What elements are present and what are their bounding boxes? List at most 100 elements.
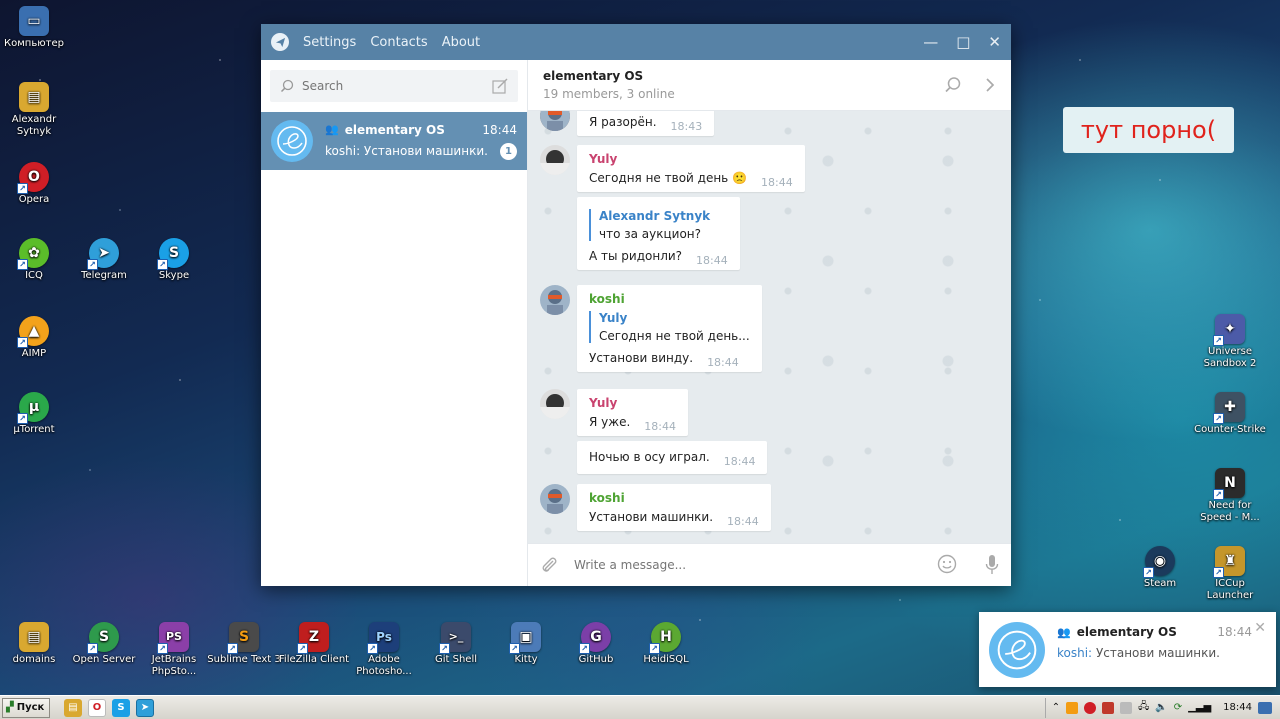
message-text: Ночью в осу играл. <box>589 450 710 464</box>
emoji-icon[interactable] <box>937 554 957 574</box>
show-desktop-button[interactable] <box>1258 701 1272 714</box>
compose-icon[interactable] <box>492 78 508 94</box>
reply-quote[interactable]: Alexandr Sytnyk что за аукцион? <box>589 209 728 241</box>
tray-opera-icon[interactable] <box>1084 701 1097 714</box>
dialog-item-elementary-os[interactable]: 👥 elementary OS 18:44 koshi: Установи ма… <box>261 112 527 170</box>
iccup-icon: ♜ ↗ <box>1213 546 1245 578</box>
desktop-icon-sublime[interactable]: S ↗ Sublime Text 3 <box>206 622 282 666</box>
tray-app-icon[interactable] <box>1066 701 1079 714</box>
chevron-right-icon[interactable] <box>984 76 996 94</box>
avatar[interactable] <box>540 389 570 419</box>
heidisql-icon: H ↗ <box>649 622 681 654</box>
desktop-icon-heidisql[interactable]: H ↗ HeidiSQL <box>628 622 704 666</box>
menu-about[interactable]: About <box>442 35 480 50</box>
search-box <box>270 70 518 102</box>
desktop-icon-iccup-launcher[interactable]: ♜ ↗ ICCup Launcher <box>1192 546 1268 602</box>
desktop-note: тут порно( <box>1063 107 1234 153</box>
desktop-icon-computer[interactable]: ▭ Компьютер <box>0 6 72 50</box>
avatar[interactable] <box>540 145 570 175</box>
desktop-icon-telegram[interactable]: ➤ ↗ Telegram <box>66 238 142 282</box>
desktop-icon-kitty[interactable]: ▣ ↗ Kitty <box>488 622 564 666</box>
avatar[interactable] <box>540 285 570 315</box>
desktop-icon-counter-strike[interactable]: ✚ ↗ Counter-Strike <box>1192 392 1268 436</box>
desktop-icon-aimp[interactable]: ▲ ↗ AIMP <box>0 316 72 360</box>
tray-sync-icon[interactable]: ⟳ <box>1174 702 1182 713</box>
reply-quote[interactable]: Yuly Сегодня не твой день... <box>589 311 750 343</box>
dialog-name: elementary OS <box>344 122 445 137</box>
start-button[interactable]: ▞ Пуск <box>2 697 50 718</box>
desktop-icon-steam[interactable]: ◉ ↗ Steam <box>1122 546 1198 590</box>
dialog-preview-author: koshi <box>325 144 357 158</box>
message-text: Установи машинки. <box>589 510 714 524</box>
message-author[interactable]: koshi <box>589 491 759 505</box>
desktop-icon-need-for-speed[interactable]: N ↗ Need for Speed - M... <box>1192 468 1268 524</box>
message-notification[interactable]: 👥 elementary OS 18:44 koshi: Установи ма… <box>979 612 1276 687</box>
menu-contacts[interactable]: Contacts <box>370 35 427 50</box>
search-input[interactable] <box>302 79 482 93</box>
menu-settings[interactable]: Settings <box>303 35 356 50</box>
message-bubble[interactable]: Ночью в осу играл. 18:44 <box>577 441 768 474</box>
tray-signal-icon[interactable]: ▁▃▅ <box>1188 702 1211 713</box>
tray-volume-icon[interactable]: 🔈 <box>1155 702 1167 713</box>
tray-network-icon[interactable]: 🖧 <box>1138 699 1149 716</box>
avatar[interactable] <box>540 484 570 514</box>
telegram-taskbar-button[interactable]: ➤ <box>136 698 154 717</box>
explorer-quicklaunch-icon[interactable]: ▤ <box>64 698 82 717</box>
clock[interactable]: 18:44 <box>1223 702 1252 713</box>
desktop-icon-open-server[interactable]: S ↗ Open Server <box>66 622 142 666</box>
message-time: 18:44 <box>696 254 728 267</box>
message-bubble[interactable]: Я разорён. 18:43 <box>577 111 715 136</box>
chat-search-icon[interactable] <box>944 76 962 94</box>
desktop-icon-github[interactable]: G ↗ GitHub <box>558 622 634 666</box>
message-bubble[interactable]: koshi Yuly Сегодня не твой день... Устан… <box>577 285 762 372</box>
desktop-icon-git-shell[interactable]: >_ ↗ Git Shell <box>418 622 494 666</box>
message-bubble[interactable]: Alexandr Sytnyk что за аукцион? А ты рид… <box>577 197 740 270</box>
reply-text: Сегодня не твой день... <box>599 329 750 343</box>
group-icon: 👥 <box>325 123 339 136</box>
message-author[interactable]: Yuly <box>589 152 793 166</box>
photoshop-icon: Ps ↗ <box>367 622 399 654</box>
opera-quicklaunch-icon[interactable]: O <box>88 698 106 717</box>
desktop-icon-photoshop[interactable]: Ps ↗ Adobe Photosho... <box>346 622 422 678</box>
desktop-icon-skype[interactable]: S ↗ Skype <box>136 238 212 282</box>
telegram-logo-icon <box>271 33 289 51</box>
tray-expand-icon[interactable]: ⌃ <box>1052 702 1060 713</box>
microphone-icon[interactable] <box>985 554 999 576</box>
desktop-icon-filezilla[interactable]: Z ↗ FileZilla Client <box>276 622 352 666</box>
message-author[interactable]: Yuly <box>589 396 676 410</box>
message-text: А ты ридонли? <box>589 249 683 263</box>
chat-title: elementary OS <box>543 69 644 83</box>
tray-antivirus-icon[interactable] <box>1102 701 1115 714</box>
compose-bar <box>528 543 1011 586</box>
chat-header[interactable]: elementary OS 19 members, 3 online <box>528 60 1011 111</box>
maximize-button[interactable]: □ <box>956 33 970 51</box>
close-button[interactable]: ✕ <box>988 33 1001 51</box>
desktop-icon-icq[interactable]: ✿ ↗ ICQ <box>0 238 72 282</box>
telegram-icon: ➤ ↗ <box>87 238 119 270</box>
skype-quicklaunch-icon[interactable]: S <box>112 698 130 717</box>
desktop-icon-alexandr-sytnyk[interactable]: ▤ Alexandr Sytnyk <box>0 82 72 138</box>
message-author[interactable]: koshi <box>589 292 750 306</box>
message-bubble[interactable]: Yuly Сегодня не твой день 🙁 18:44 <box>577 145 805 192</box>
avatar[interactable] <box>540 111 570 131</box>
message-input[interactable] <box>574 558 937 572</box>
desktop-icon-opera[interactable]: O ↗ Opera <box>0 162 72 206</box>
desktop-icon-phpstorm[interactable]: PS ↗ JetBrains PhpSto... <box>136 622 212 678</box>
desktop-icon-universe-sandbox[interactable]: ✦ ↗ Universe Sandbox 2 <box>1192 314 1268 370</box>
desktop-icon-domains[interactable]: ▤ domains <box>0 622 72 666</box>
tray-language-icon[interactable] <box>1120 701 1133 714</box>
minimize-button[interactable]: — <box>923 33 938 51</box>
notification-author: koshi: <box>1057 646 1093 660</box>
message-bubble[interactable]: Yuly Я уже. 18:44 <box>577 389 688 436</box>
chat-panel: elementary OS 19 members, 3 online Я раз… <box>528 60 1011 586</box>
message-time: 18:44 <box>723 455 756 468</box>
message-text: Установи винду. <box>589 351 694 365</box>
need-for-speed-icon: N ↗ <box>1213 468 1245 500</box>
message-list[interactable]: Я разорён. 18:43 Yuly Сегодня не твой ден… <box>528 111 1011 543</box>
attach-icon[interactable] <box>540 555 558 575</box>
window-titlebar[interactable]: Settings Contacts About — □ ✕ <box>261 24 1011 60</box>
telegram-window: Settings Contacts About — □ ✕ 👥 <box>261 24 1011 586</box>
notification-close-icon[interactable]: ✕ <box>1254 620 1266 636</box>
message-bubble[interactable]: koshi Установи машинки. 18:44 <box>577 484 771 531</box>
desktop-icon-utorrent[interactable]: µ ↗ µTorrent <box>0 392 72 436</box>
